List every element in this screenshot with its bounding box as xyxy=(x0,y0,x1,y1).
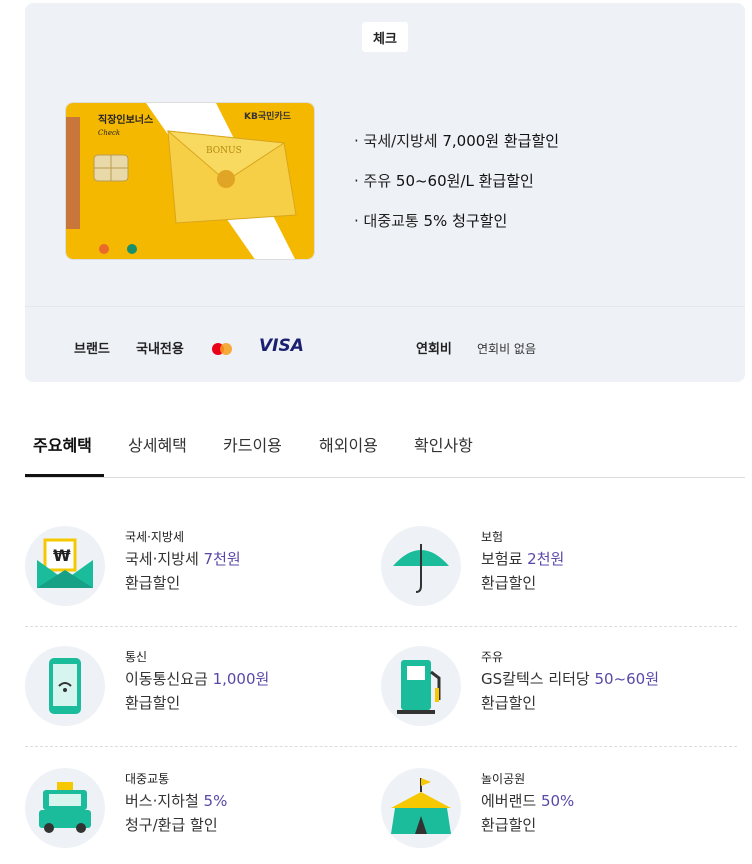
brand-label: 브랜드 xyxy=(74,342,110,357)
taxi-icon xyxy=(25,768,105,848)
benefit-sub: 청구/환급 할인 xyxy=(125,816,218,834)
card-type-badge: 체크 xyxy=(362,22,408,52)
benefit-sub: 환급할인 xyxy=(481,574,537,592)
benefit-category: 국세·지방세 xyxy=(125,530,185,544)
benefit-sub: 환급할인 xyxy=(125,574,181,592)
benefit-category: 보험 xyxy=(481,530,504,544)
benefit-desc: 이동통신요금 1,000원 xyxy=(125,670,270,688)
benefit-tabs: 주요혜택 상세혜택 카드이용 해외이용 확인사항 xyxy=(25,420,745,478)
umbrella-icon xyxy=(381,526,461,606)
active-tab-indicator xyxy=(25,474,104,477)
benefit-summary-list: · 국세/지방세 7,000원 환급할인 · 주유 50~60원/L 환급할인 … xyxy=(354,128,559,248)
benefit-item[interactable]: 주유 GS칼텍스 리터당 50~60원 환급할인 xyxy=(381,646,721,736)
benefit-sub: 환급할인 xyxy=(481,694,537,712)
benefit-desc: 보험료 2천원 xyxy=(481,550,565,568)
tab-overseas-usage[interactable]: 해외이용 xyxy=(319,432,378,456)
benefit-desc: 국세·지방세 7천원 xyxy=(125,550,241,568)
tax-envelope-icon: ₩ xyxy=(25,526,105,606)
mastercard-icon xyxy=(212,340,232,359)
annual-fee-value: 연회비 없음 xyxy=(477,342,537,356)
annual-fee-label: 연회비 xyxy=(416,342,452,357)
tab-card-usage[interactable]: 카드이용 xyxy=(223,432,282,456)
row-divider xyxy=(25,746,737,747)
visa-logo: VISA xyxy=(259,336,304,356)
tab-main-benefits[interactable]: 주요혜택 xyxy=(33,432,92,456)
benefit-category: 놀이공원 xyxy=(481,772,526,786)
tab-notices[interactable]: 확인사항 xyxy=(414,432,473,456)
tab-detail-benefits[interactable]: 상세혜택 xyxy=(128,432,187,456)
panel-divider xyxy=(25,306,745,307)
card-title-text: 직장인보너스 xyxy=(98,113,153,126)
card-image[interactable]: 직장인보너스 Check KB국민카드 BONUS xyxy=(65,102,315,260)
benefit-item[interactable]: 통신 이동통신요금 1,000원 환급할인 xyxy=(25,646,365,736)
benefit-item[interactable]: ₩ 국세·지방세 국세·지방세 7천원 환급할인 xyxy=(25,526,365,616)
benefit-item[interactable]: 대중교통 버스·지하철 5% 청구/환급 할인 xyxy=(25,768,365,858)
summary-item: · 국세/지방세 7,000원 환급할인 xyxy=(354,132,560,150)
benefit-desc: 버스·지하철 5% xyxy=(125,792,228,810)
summary-item: · 주유 50~60원/L 환급할인 xyxy=(354,172,534,190)
benefit-category: 대중교통 xyxy=(125,772,170,786)
issuer-logo-text: KB국민카드 xyxy=(244,110,292,122)
brand-domestic: 국내전용 xyxy=(136,342,184,357)
card-subtitle-text: Check xyxy=(98,129,120,137)
benefit-item[interactable]: 보험 보험료 2천원 환급할인 xyxy=(381,526,721,616)
row-divider xyxy=(25,626,737,627)
benefit-category: 주유 xyxy=(481,650,504,664)
phone-icon xyxy=(25,646,105,726)
benefit-sub: 환급할인 xyxy=(125,694,181,712)
benefit-desc: 에버랜드 50% xyxy=(481,792,575,810)
benefit-desc: GS칼텍스 리터당 50~60원 xyxy=(481,670,660,688)
benefit-sub: 환급할인 xyxy=(481,816,537,834)
envelope-text: BONUS xyxy=(206,146,242,156)
benefit-category: 통신 xyxy=(125,650,148,664)
svg-text:₩: ₩ xyxy=(53,546,71,565)
gas-pump-icon xyxy=(381,646,461,726)
circus-tent-icon xyxy=(381,768,461,848)
benefit-item[interactable]: 놀이공원 에버랜드 50% 환급할인 xyxy=(381,768,721,858)
summary-item: · 대중교통 5% 청구할인 xyxy=(354,212,508,230)
